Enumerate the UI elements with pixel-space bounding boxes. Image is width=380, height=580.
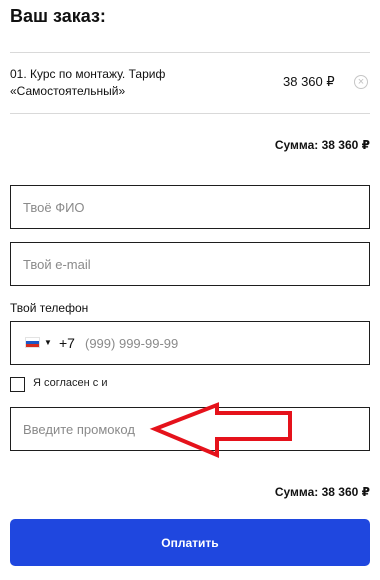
pay-button[interactable]: Оплатить: [10, 519, 370, 566]
order-sum-bottom: Сумма: 38 360 ₽: [274, 485, 370, 499]
